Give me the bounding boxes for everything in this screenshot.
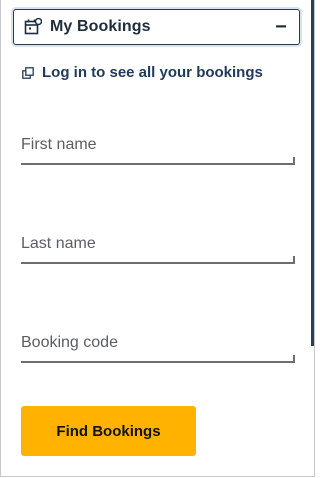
- last-name-field: [21, 234, 295, 264]
- page-edge: [311, 0, 314, 346]
- last-name-input[interactable]: [21, 234, 295, 258]
- find-bookings-button[interactable]: Find Bookings: [21, 406, 196, 456]
- my-bookings-header[interactable]: My Bookings −: [13, 9, 300, 45]
- my-bookings-title: My Bookings: [50, 18, 151, 35]
- external-link-icon: [22, 66, 34, 79]
- calendar-icon: [24, 18, 42, 35]
- first-name-underline: [21, 157, 295, 165]
- login-link-text: Log in to see all your bookings: [42, 64, 263, 81]
- first-name-input[interactable]: [21, 135, 295, 159]
- last-name-underline: [21, 256, 295, 264]
- first-name-field: [21, 135, 295, 165]
- login-link[interactable]: Log in to see all your bookings: [22, 64, 263, 81]
- booking-code-underline: [21, 355, 295, 363]
- booking-code-input[interactable]: [21, 333, 295, 357]
- minus-icon[interactable]: −: [273, 17, 289, 37]
- booking-code-field: [21, 333, 295, 363]
- my-bookings-panel: My Bookings − Log in to see all your boo…: [0, 0, 315, 477]
